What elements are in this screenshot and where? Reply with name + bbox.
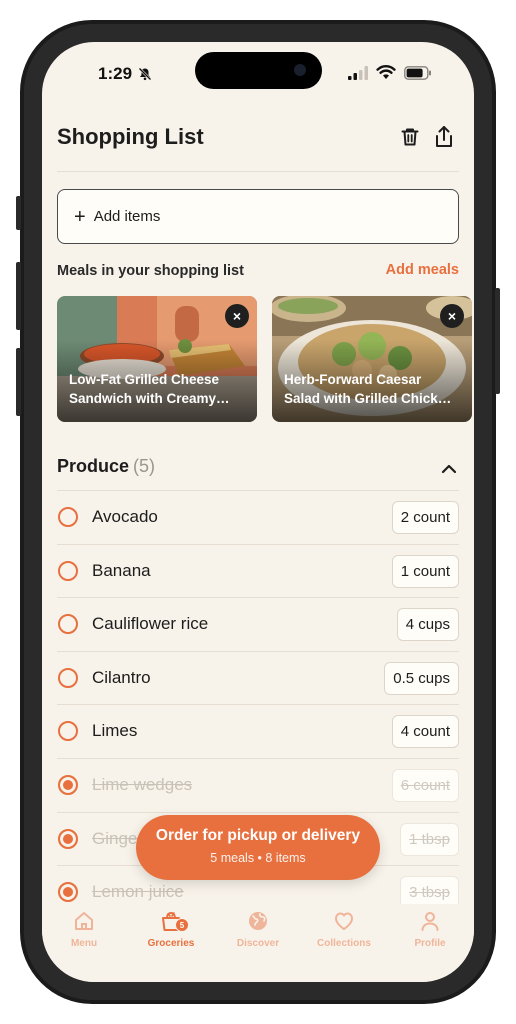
order-button-title: Order for pickup or delivery <box>155 827 361 844</box>
person-icon <box>421 912 439 931</box>
tab-profile[interactable]: Profile <box>390 908 470 949</box>
checked-checkbox[interactable] <box>58 828 78 849</box>
unchecked-checkbox[interactable] <box>58 721 78 742</box>
item-name: Avocado <box>92 507 158 526</box>
tab-collections[interactable]: Collections <box>304 908 384 949</box>
unchecked-checkbox[interactable] <box>58 614 78 635</box>
produce-section-header[interactable]: Produce (5) <box>57 456 155 477</box>
list-item[interactable]: Banana 1 count <box>57 543 459 597</box>
order-button-subtitle: 5 meals • 8 items <box>210 851 306 865</box>
order-pickup-delivery-button[interactable]: Order for pickup or delivery 5 meals • 8… <box>136 815 380 880</box>
meal-card-title: Low-Fat Grilled Cheese Sandwich with Cre… <box>69 372 230 406</box>
tab-menu[interactable]: Menu <box>44 908 124 949</box>
add-items-input[interactable]: + Add items <box>57 189 459 244</box>
power-button <box>495 288 500 394</box>
item-name: Limes <box>92 721 138 741</box>
header-divider <box>57 171 459 172</box>
item-quantity[interactable]: 4 cups <box>396 608 459 642</box>
tab-discover[interactable]: Discover <box>218 908 298 949</box>
item-quantity[interactable]: 6 count <box>391 769 459 802</box>
unchecked-checkbox[interactable] <box>58 667 78 688</box>
volume-down-button <box>16 348 21 416</box>
checked-checkbox[interactable] <box>58 775 78 795</box>
section-count: (5) <box>133 456 156 476</box>
tab-label: Collections <box>317 938 371 949</box>
tab-label: Discover <box>236 938 280 949</box>
add-items-label: Add items <box>93 208 161 225</box>
list-item[interactable]: Lime wedges 6 count <box>57 758 459 811</box>
item-name: Lime wedges <box>92 775 193 794</box>
close-icon: × <box>447 308 457 324</box>
item-quantity[interactable]: 4 count <box>391 715 459 749</box>
plus-icon: + <box>74 205 86 228</box>
tab-groceries[interactable]: 5 Groceries <box>131 908 211 949</box>
battery-icon <box>404 66 431 80</box>
unchecked-checkbox[interactable] <box>58 560 78 581</box>
volume-up-button <box>16 262 21 330</box>
status-time: 1:29 <box>98 64 133 83</box>
remove-meal-button[interactable]: × <box>440 304 464 328</box>
list-item[interactable]: Avocado 2 count <box>57 490 459 543</box>
tab-bar: Menu 5 Groceries Discover Collections Pr… <box>42 904 474 982</box>
meals-section-label: Meals in your shopping list <box>57 263 244 279</box>
status-bar: 1:29 <box>42 42 474 102</box>
meal-card-title: Herb-Forward Caesar Salad with Grilled C… <box>284 372 452 406</box>
meal-card-caesar-salad[interactable]: Herb-Forward Caesar Salad with Grilled C… <box>272 296 472 422</box>
item-quantity[interactable]: 0.5 cups <box>384 661 459 695</box>
trash-icon <box>401 128 419 146</box>
close-icon: × <box>232 308 242 324</box>
unchecked-checkbox[interactable] <box>58 507 78 527</box>
tab-label: Profile <box>414 938 446 949</box>
tab-label: Groceries <box>147 938 195 949</box>
item-name: Banana <box>92 560 151 580</box>
silent-bell-icon <box>138 67 152 81</box>
section-title: Produce <box>57 456 130 476</box>
home-icon <box>75 912 93 930</box>
groceries-badge: 5 <box>175 918 189 932</box>
wifi-icon <box>376 65 396 79</box>
list-item[interactable]: Cilantro 0.5 cups <box>57 650 459 704</box>
item-quantity[interactable]: 1 tbsp <box>400 822 459 856</box>
item-name: Cauliflower rice <box>92 614 209 634</box>
share-list-button[interactable] <box>431 124 457 150</box>
share-icon <box>436 126 452 147</box>
dynamic-island <box>195 52 322 89</box>
globe-icon <box>249 912 267 930</box>
remove-meal-button[interactable]: × <box>225 304 249 328</box>
item-quantity[interactable]: 1 count <box>391 554 459 588</box>
page-title: Shopping List <box>57 124 204 149</box>
item-name: Lemon juice <box>92 882 184 902</box>
item-name: Cilantro <box>92 667 151 687</box>
chevron-up-icon[interactable] <box>440 460 458 478</box>
checked-checkbox[interactable] <box>58 882 78 903</box>
list-item[interactable]: Limes 4 count <box>57 704 459 757</box>
tab-label: Menu <box>70 938 98 949</box>
meal-card-grilled-cheese[interactable]: Low-Fat Grilled Cheese Sandwich with Cre… <box>57 296 257 422</box>
heart-icon <box>335 912 353 930</box>
item-quantity[interactable]: 2 count <box>391 501 459 534</box>
list-item[interactable]: Cauliflower rice 4 cups <box>57 597 459 650</box>
app-screen: 1:29 Shopping List + Add items Meals in … <box>42 42 474 982</box>
cellular-signal-icon <box>348 66 368 80</box>
delete-list-button[interactable] <box>397 124 423 150</box>
action-button <box>16 196 21 230</box>
add-meals-link[interactable]: Add meals <box>386 262 459 278</box>
